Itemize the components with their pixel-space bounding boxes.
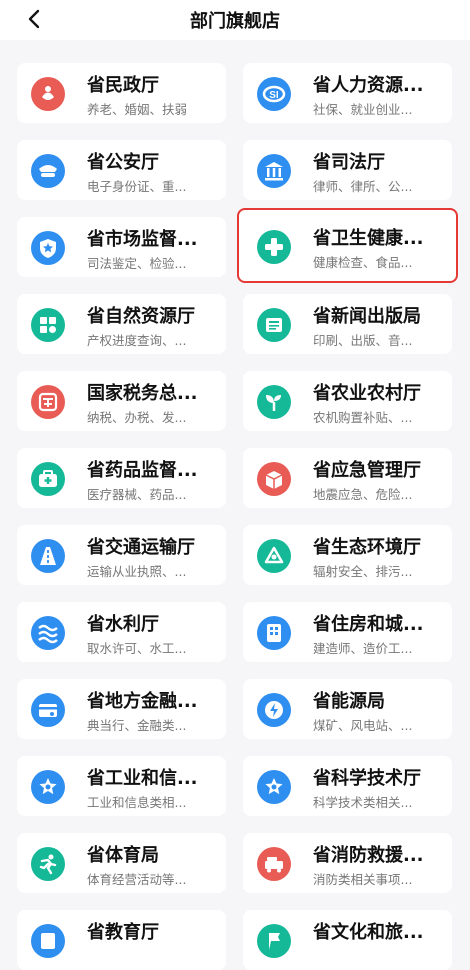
department-desc: 纳税、办税、发... [87, 410, 187, 425]
svg-text:SI: SI [269, 90, 279, 101]
department-card[interactable]: 省交通运输厅 运输从业执照、... [17, 525, 226, 585]
department-name: 省生态环境厅 [313, 537, 421, 558]
department-name: 省公安厅 [87, 152, 159, 173]
department-desc: 电子身份证、重... [87, 179, 187, 194]
department-name: 省住房和城... [313, 614, 424, 635]
department-card[interactable]: 省自然资源厅 产权进度查询、... [17, 294, 226, 354]
department-card[interactable]: 省司法厅 律师、律所、公... [243, 140, 452, 200]
department-card[interactable]: 省农业农村厅 农机购置补贴、... [243, 371, 452, 431]
emergency-box-icon [257, 462, 291, 496]
water-waves-icon [31, 616, 65, 650]
department-name: 省自然资源厅 [87, 306, 195, 327]
department-card[interactable]: 省市场监督... 司法鉴定、检验... [17, 217, 226, 277]
department-card[interactable]: SI 省人力资源... 社保、就业创业... [243, 63, 452, 123]
department-card[interactable]: 省应急管理厅 地震应急、危险... [243, 448, 452, 508]
land-map-icon [31, 308, 65, 342]
department-name: 省交通运输厅 [87, 537, 195, 558]
industry-star-icon [31, 770, 65, 804]
department-name: 省能源局 [313, 691, 385, 712]
department-desc: 养老、婚姻、扶弱 [87, 102, 188, 117]
runner-icon [31, 847, 65, 881]
top-bar: 部门旗舰店 [0, 0, 470, 40]
department-desc: 煤矿、风电站、... [313, 718, 413, 733]
medical-cross-icon [257, 230, 291, 264]
department-name: 省应急管理厅 [313, 460, 421, 481]
department-desc: 农机购置补贴、... [313, 410, 413, 425]
department-name: 省新闻出版局 [313, 306, 421, 327]
department-name: 省卫生健康... [313, 228, 424, 249]
department-card[interactable]: 省科学技术厅 科学技术类相关... [243, 756, 452, 816]
energy-bolt-icon [257, 693, 291, 727]
department-card[interactable]: 省公安厅 电子身份证、重... [17, 140, 226, 200]
road-icon [31, 539, 65, 573]
department-name: 省市场监督... [87, 229, 198, 250]
department-desc: 典当行、金融类... [87, 718, 187, 733]
flag-icon [257, 924, 291, 958]
department-desc: 印刷、出版、音... [313, 333, 413, 348]
department-name: 省文化和旅... [313, 922, 424, 943]
department-name: 省药品监督... [87, 460, 198, 481]
department-desc: 运输从业执照、... [87, 564, 187, 579]
department-desc: 辐射安全、排污... [313, 564, 413, 579]
department-card[interactable]: 省能源局 煤矿、风电站、... [243, 679, 452, 739]
department-desc: 体育经营活动等... [87, 872, 187, 887]
department-name: 省人力资源... [313, 75, 424, 96]
courthouse-icon [257, 154, 291, 188]
department-name: 省消防救援... [313, 845, 424, 866]
department-desc: 医疗器械、药品... [87, 487, 187, 502]
page-title: 部门旗舰店 [190, 11, 280, 32]
department-name: 省农业农村厅 [313, 383, 421, 404]
finance-card-icon [31, 693, 65, 727]
department-name: 省地方金融... [87, 691, 198, 712]
department-desc: 产权进度查询、... [87, 333, 187, 348]
book-icon [31, 924, 65, 958]
department-card[interactable]: 省水利厅 取水许可、水工... [17, 602, 226, 662]
department-desc: 律师、律所、公... [313, 179, 413, 194]
department-name: 省教育厅 [87, 922, 159, 943]
tax-icon [31, 385, 65, 419]
department-name: 国家税务总... [87, 383, 198, 404]
department-card[interactable]: 省药品监督... 医疗器械、药品... [17, 448, 226, 508]
recycle-icon [257, 539, 291, 573]
department-desc: 健康检查、食品... [313, 255, 413, 270]
department-name: 省民政厅 [87, 75, 159, 96]
department-desc: 社保、就业创业... [313, 102, 413, 117]
newspaper-icon [257, 308, 291, 342]
department-card[interactable]: 省教育厅 [17, 910, 226, 970]
police-cap-icon [31, 154, 65, 188]
department-card-highlighted[interactable]: 省卫生健康... 健康检查、食品... [237, 208, 458, 283]
department-card[interactable]: 省文化和旅... [243, 910, 452, 970]
hands-heart-icon [31, 77, 65, 111]
department-card[interactable]: 省体育局 体育经营活动等... [17, 833, 226, 893]
building-icon [257, 616, 291, 650]
department-card[interactable]: 省住房和城... 建造师、造价工... [243, 602, 452, 662]
department-name: 省科学技术厅 [313, 768, 421, 789]
department-card[interactable]: 国家税务总... 纳税、办税、发... [17, 371, 226, 431]
department-card[interactable]: 省工业和信... 工业和信息类相... [17, 756, 226, 816]
science-star-icon [257, 770, 291, 804]
department-desc: 科学技术类相关... [313, 795, 413, 810]
department-name: 省体育局 [87, 845, 159, 866]
department-name: 省工业和信... [87, 768, 198, 789]
department-card[interactable]: 省新闻出版局 印刷、出版、音... [243, 294, 452, 354]
sprout-icon [257, 385, 291, 419]
department-desc: 地震应急、危险... [313, 487, 413, 502]
department-card[interactable]: 省生态环境厅 辐射安全、排污... [243, 525, 452, 585]
department-desc: 取水许可、水工... [87, 641, 187, 656]
department-grid: 省民政厅 养老、婚姻、扶弱 SI 省人力资源... 社保、就业创业... 省公安… [0, 0, 470, 970]
department-card[interactable]: 省民政厅 养老、婚姻、扶弱 [17, 63, 226, 123]
department-card[interactable]: 省地方金融... 典当行、金融类... [17, 679, 226, 739]
fire-truck-icon [257, 847, 291, 881]
department-name: 省司法厅 [313, 152, 385, 173]
department-desc: 建造师、造价工... [313, 641, 413, 656]
department-desc: 司法鉴定、检验... [87, 256, 187, 271]
si-badge-icon: SI [257, 77, 291, 111]
medicine-box-icon [31, 462, 65, 496]
department-name: 省水利厅 [87, 614, 159, 635]
department-card[interactable]: 省消防救援... 消防类相关事项... [243, 833, 452, 893]
department-desc: 工业和信息类相... [87, 795, 187, 810]
shield-star-icon [31, 231, 65, 265]
department-desc: 消防类相关事项... [313, 872, 413, 887]
